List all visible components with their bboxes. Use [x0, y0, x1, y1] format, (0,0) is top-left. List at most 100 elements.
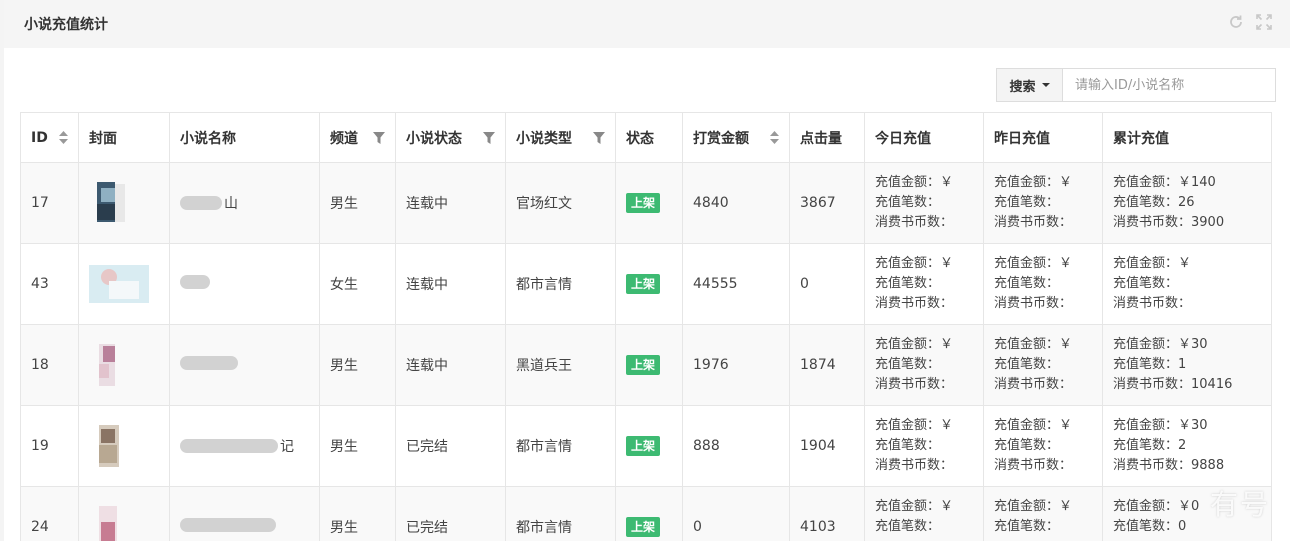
cell-today: 充值金额：￥ 充值笔数： 消费书币数：: [864, 243, 984, 325]
cell-name[interactable]: 山: [169, 162, 320, 244]
table-row[interactable]: 19 记 男生 已完结 都市言情 上架 888 1904 充值金额：￥ 充值笔数：…: [20, 405, 1272, 487]
cell-id: 17: [20, 162, 79, 244]
cell-today: 充值金额：￥ 充值笔数： 消费书币数：: [864, 162, 984, 244]
header-tools: [1228, 14, 1272, 30]
status-badge[interactable]: 上架: [626, 436, 661, 456]
blurred-text: [180, 195, 222, 210]
cell-clicks: 4103: [789, 486, 865, 541]
status-badge[interactable]: 上架: [626, 355, 661, 375]
cell-novel-status: 连载中: [395, 243, 506, 325]
cell-cover: [78, 486, 170, 541]
cell-channel: 女生: [319, 243, 396, 325]
cell-name[interactable]: [169, 486, 320, 541]
col-id[interactable]: ID: [20, 112, 79, 163]
cell-id: 18: [20, 324, 79, 406]
col-novel-status[interactable]: 小说状态: [395, 112, 506, 163]
cell-reward: 44555: [682, 243, 790, 325]
cover-image[interactable]: [89, 425, 125, 467]
cell-novel-type: 都市言情: [505, 243, 616, 325]
fullscreen-icon[interactable]: [1256, 14, 1272, 30]
cell-clicks: 0: [789, 243, 865, 325]
cell-novel-status: 连载中: [395, 324, 506, 406]
cell-channel: 男生: [319, 486, 396, 541]
col-name: 小说名称: [169, 112, 320, 163]
cell-today: 充值金额：￥ 充值笔数：: [864, 486, 984, 541]
panel-title: 小说充值统计: [24, 17, 108, 33]
cell-reward: 0: [682, 486, 790, 541]
col-novel-type[interactable]: 小说类型: [505, 112, 616, 163]
cell-status: 上架: [615, 486, 683, 541]
cell-novel-type: 都市言情: [505, 486, 616, 541]
cover-image[interactable]: [89, 344, 125, 386]
search-button-label: 搜索: [1009, 79, 1036, 95]
sort-icon[interactable]: [59, 131, 68, 144]
col-status: 状态: [615, 112, 683, 163]
cell-today: 充值金额：￥ 充值笔数： 消费书币数：: [864, 324, 984, 406]
blurred-text: [180, 356, 238, 370]
cell-name[interactable]: [169, 324, 320, 406]
table-row[interactable]: 17 山 男生 连载中 官场红文 上架 4840 3867 充值金额：￥ 充值笔数…: [20, 162, 1272, 244]
cell-cover: [78, 405, 170, 487]
col-total: 累计充值: [1102, 112, 1272, 163]
cell-yesterday: 充值金额：￥ 充值笔数： 消费书币数：: [983, 243, 1103, 325]
col-reward[interactable]: 打赏金额: [682, 112, 790, 163]
cell-total: 充值金额：￥140 充值笔数：26 消费书币数：3900: [1102, 162, 1272, 244]
col-cover: 封面: [78, 112, 170, 163]
status-badge[interactable]: 上架: [626, 193, 661, 213]
cell-id: 43: [20, 243, 79, 325]
cell-reward: 888: [682, 405, 790, 487]
cell-cover: [78, 162, 170, 244]
cell-clicks: 1874: [789, 324, 865, 406]
cell-reward: 4840: [682, 162, 790, 244]
cell-status: 上架: [615, 405, 683, 487]
cell-yesterday: 充值金额：￥ 充值笔数：: [983, 486, 1103, 541]
search-toolbar: 搜索: [996, 68, 1276, 102]
filter-icon[interactable]: [373, 131, 385, 144]
cell-novel-type: 官场红文: [505, 162, 616, 244]
cell-id: 19: [20, 405, 79, 487]
cell-name[interactable]: [169, 243, 320, 325]
search-input[interactable]: [1062, 68, 1276, 102]
cell-channel: 男生: [319, 162, 396, 244]
panel-header: 小说充值统计: [4, 0, 1290, 48]
cell-novel-type: 黑道兵王: [505, 324, 616, 406]
cover-image[interactable]: [89, 182, 125, 224]
cell-novel-type: 都市言情: [505, 405, 616, 487]
cell-status: 上架: [615, 162, 683, 244]
status-badge[interactable]: 上架: [626, 274, 661, 294]
cell-novel-status: 连载中: [395, 162, 506, 244]
cover-image[interactable]: [89, 263, 149, 305]
cell-yesterday: 充值金额：￥ 充值笔数： 消费书币数：: [983, 405, 1103, 487]
cell-id: 24: [20, 486, 79, 541]
cell-cover: [78, 324, 170, 406]
cell-yesterday: 充值金额：￥ 充值笔数： 消费书币数：: [983, 324, 1103, 406]
cell-clicks: 1904: [789, 405, 865, 487]
blurred-text: [180, 275, 210, 289]
blurred-text: [180, 518, 276, 532]
blurred-text: [180, 438, 278, 453]
cell-channel: 男生: [319, 324, 396, 406]
sort-icon[interactable]: [770, 131, 779, 144]
cell-name[interactable]: 记: [169, 405, 320, 487]
cell-channel: 男生: [319, 405, 396, 487]
filter-icon[interactable]: [483, 131, 495, 144]
col-channel[interactable]: 频道: [319, 112, 396, 163]
table-row[interactable]: 24 男生 已完结 都市言情 上架 0 4103 充值金额：￥ 充值笔数： 充值金…: [20, 486, 1272, 541]
status-badge[interactable]: 上架: [626, 517, 661, 537]
refresh-icon[interactable]: [1228, 14, 1244, 30]
novel-recharge-table: ID 封面 小说名称 频道 小说状态 小说类型 状态 打赏金额 点击量 今日充值…: [20, 112, 1272, 541]
cell-total: 充值金额：￥30 充值笔数：1 消费书币数：10416: [1102, 324, 1272, 406]
cell-novel-status: 已完结: [395, 405, 506, 487]
table-row[interactable]: 18 男生 连载中 黑道兵王 上架 1976 1874 充值金额：￥ 充值笔数：消…: [20, 324, 1272, 406]
caret-down-icon: [1041, 83, 1050, 87]
cell-yesterday: 充值金额：￥ 充值笔数： 消费书币数：: [983, 162, 1103, 244]
search-dropdown-button[interactable]: 搜索: [996, 68, 1062, 102]
filter-icon[interactable]: [593, 131, 605, 144]
table-row[interactable]: 43 女生 连载中 都市言情 上架 44555 0 充值金额：￥ 充值笔数： 消费书…: [20, 243, 1272, 325]
cell-total: 充值金额：￥0 充值笔数：0: [1102, 486, 1272, 541]
cover-image[interactable]: [89, 506, 125, 541]
cell-clicks: 3867: [789, 162, 865, 244]
col-clicks: 点击量: [789, 112, 865, 163]
cell-today: 充值金额：￥ 充值笔数： 消费书币数：: [864, 405, 984, 487]
cell-total: 充值金额：￥30 充值笔数：2 消费书币数：9888: [1102, 405, 1272, 487]
